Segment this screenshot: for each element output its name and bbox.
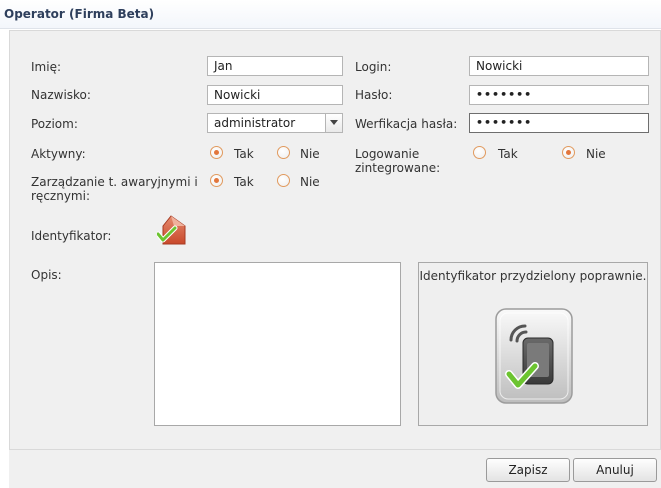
identifier-label: Identyfikator:: [31, 229, 112, 243]
save-button[interactable]: Zapisz: [486, 458, 570, 482]
integrated-yes-label: Tak: [498, 147, 518, 161]
active-no-label: Nie: [300, 147, 320, 161]
emergency-no-radio[interactable]: [277, 174, 290, 187]
integrated-login-label: Logowanie zintegrowane:: [355, 147, 441, 175]
rfid-card-check-icon: [495, 308, 573, 404]
login-label: Login:: [355, 60, 392, 74]
emergency-no-label: Nie: [300, 175, 320, 189]
card-assigned-icon: [155, 212, 191, 248]
integrated-yes-radio[interactable]: [473, 146, 486, 159]
active-label: Aktywny:: [31, 147, 86, 161]
level-label: Poziom:: [31, 117, 78, 131]
password-verify-label: Werfikacja hasła:: [355, 117, 458, 131]
window-title: Operator (Firma Beta): [4, 7, 155, 21]
identifier-status-box: Identyfikator przydzielony poprawnie.: [418, 262, 648, 426]
password-input[interactable]: •••••••: [469, 85, 649, 105]
description-textarea[interactable]: [154, 262, 401, 426]
cancel-button[interactable]: Anuluj: [573, 458, 657, 482]
active-yes-label: Tak: [234, 147, 254, 161]
chevron-down-icon[interactable]: [325, 114, 342, 132]
active-no-radio[interactable]: [277, 146, 290, 159]
title-bar: Operator (Firma Beta): [0, 0, 661, 29]
password-verify-input[interactable]: •••••••: [469, 113, 649, 133]
identifier-status-message: Identyfikator przydzielony poprawnie.: [419, 269, 647, 283]
login-input[interactable]: Nowicki: [469, 56, 649, 76]
level-select-value: administrator: [214, 116, 296, 130]
emergency-yes-label: Tak: [234, 175, 254, 189]
first-name-label: Imię:: [31, 60, 61, 74]
emergency-label: Zarządzanie t. awaryjnymi i ręcznymi:: [31, 175, 198, 203]
level-select[interactable]: administrator: [207, 113, 343, 133]
last-name-label: Nazwisko:: [31, 88, 91, 102]
password-label: Hasło:: [355, 88, 393, 102]
active-yes-radio[interactable]: [210, 146, 223, 159]
emergency-yes-radio[interactable]: [210, 174, 223, 187]
integrated-no-label: Nie: [586, 147, 606, 161]
last-name-input[interactable]: Nowicki: [207, 85, 343, 105]
first-name-input[interactable]: Jan: [207, 56, 343, 76]
integrated-no-radio[interactable]: [562, 146, 575, 159]
description-label: Opis:: [31, 268, 62, 282]
